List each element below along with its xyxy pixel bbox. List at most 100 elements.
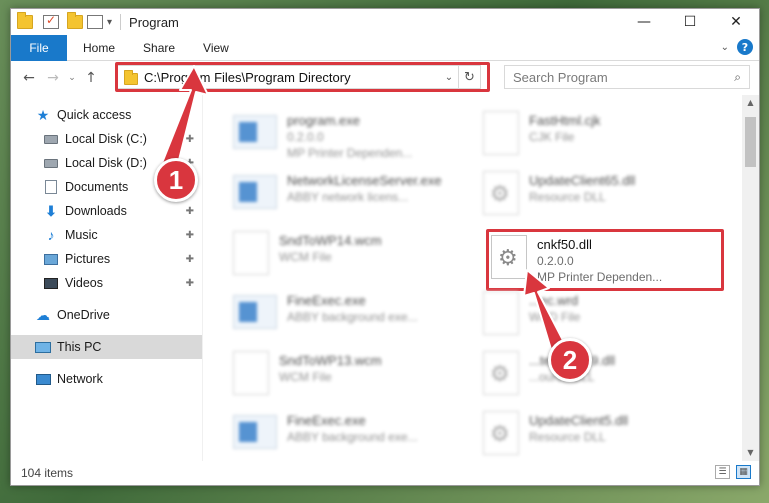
sidebar-item-this-pc[interactable]: This PC	[11, 335, 202, 359]
blank-file-icon	[233, 231, 269, 275]
onedrive-icon: ☁	[36, 306, 50, 323]
file-item[interactable]: ...ec.wrd WRD File	[483, 287, 713, 345]
search-icon: ⌕	[734, 69, 741, 84]
tab-home[interactable]: Home	[67, 41, 129, 55]
sidebar-item-label: Quick access	[57, 108, 132, 122]
documents-icon	[43, 180, 59, 194]
file-item[interactable]: program.exe 0.2.0.0 MP Printer Dependen...	[233, 107, 463, 165]
new-folder-icon[interactable]	[67, 12, 83, 29]
dll-file-icon	[483, 171, 519, 215]
sidebar-item-videos[interactable]: Videos ✚	[11, 271, 202, 295]
minimize-button[interactable]: —	[621, 9, 667, 35]
status-bar: 104 items ☰ ▦	[11, 461, 759, 485]
sidebar-item-label: Network	[57, 372, 103, 386]
file-list: program.exe 0.2.0.0 MP Printer Dependen...…	[203, 95, 759, 461]
this-pc-icon	[35, 340, 51, 354]
exe-file-icon	[233, 115, 277, 149]
sidebar-item-label: Documents	[65, 180, 129, 194]
sidebar-item-onedrive[interactable]: ☁ OneDrive	[11, 303, 202, 327]
title-bar: ▾ Program — ☐ ✕	[11, 9, 759, 35]
up-button[interactable]: ↑	[79, 70, 103, 86]
toolbar-dropdown-icon[interactable]: ▾	[107, 17, 112, 28]
view-toggle: ☰ ▦	[715, 465, 751, 479]
sidebar-item-label: OneDrive	[57, 308, 110, 322]
sidebar-item-local-disk-c[interactable]: Local Disk (C:) ✚	[11, 127, 202, 151]
file-item[interactable]: UpdateClient5.dll Resource DLL	[483, 407, 713, 465]
file-item[interactable]: SndToWP13.wcm WCM File	[233, 347, 463, 405]
file-name: FineExec.exe	[287, 413, 366, 428]
scrollbar-thumb[interactable]	[745, 117, 756, 167]
maximize-button[interactable]: ☐	[667, 9, 713, 35]
dll-file-icon	[483, 351, 519, 395]
sidebar-item-label: Downloads	[65, 204, 127, 218]
music-icon: ♪	[47, 227, 55, 243]
quick-access-toolbar: ▾	[11, 12, 125, 30]
sidebar-item-label: Local Disk (C:)	[65, 132, 147, 146]
exe-file-icon	[233, 415, 277, 449]
vertical-scrollbar[interactable]: ▲ ▼	[742, 95, 759, 461]
file-name: program.exe	[287, 113, 360, 128]
file-item[interactable]: UpdateClient65.dll Resource DLL	[483, 167, 713, 225]
ribbon-right-controls: ⌄ ?	[721, 39, 753, 55]
file-type: Resource DLL	[529, 430, 606, 444]
file-name: UpdateClient5.dll	[529, 413, 629, 428]
search-box[interactable]: Search Program ⌕	[504, 65, 750, 89]
navigation-bar: ← → ⌄ ↑ C:\Program Files\Program Directo…	[11, 61, 759, 95]
pin-icon[interactable]: ✚	[186, 230, 194, 241]
file-name: SndToWP13.wcm	[279, 353, 382, 368]
pin-icon[interactable]: ✚	[186, 206, 194, 217]
details-view-icon[interactable]: ☰	[715, 465, 730, 479]
scroll-down-icon[interactable]: ▼	[742, 445, 759, 461]
blank-file-icon	[233, 351, 269, 395]
sidebar-item-downloads[interactable]: ⬇ Downloads ✚	[11, 199, 202, 223]
tab-share[interactable]: Share	[129, 41, 189, 55]
scroll-up-icon[interactable]: ▲	[742, 95, 759, 111]
file-type: ABBY network licens...	[287, 190, 409, 204]
file-name: FineExec.exe	[287, 293, 366, 308]
forward-button[interactable]: →	[41, 70, 65, 86]
sidebar-item-label: Music	[65, 228, 98, 242]
tab-file[interactable]: File	[11, 34, 67, 61]
help-icon[interactable]: ?	[737, 39, 753, 55]
file-name: NetworkLicenseServer.exe	[287, 173, 442, 188]
file-name: FastHtml.cjk	[529, 113, 601, 128]
tab-view[interactable]: View	[189, 41, 243, 55]
search-input[interactable]: Search Program	[513, 70, 608, 85]
sidebar-item-quick-access[interactable]: ★ Quick access	[11, 103, 202, 127]
ribbon-tabs: File Home Share View ⌄ ?	[11, 34, 759, 61]
sidebar-item-pictures[interactable]: Pictures ✚	[11, 247, 202, 271]
sidebar-item-music[interactable]: ♪ Music ✚	[11, 223, 202, 247]
customize-toolbar-icon[interactable]	[87, 15, 103, 29]
exe-file-icon	[233, 175, 277, 209]
file-name: ...ec.wrd	[529, 293, 579, 308]
recent-locations-button[interactable]: ⌄	[65, 73, 79, 83]
window-title: Program	[129, 14, 179, 30]
properties-check-icon[interactable]	[43, 13, 59, 29]
item-count: 104 items	[21, 466, 74, 480]
sidebar-item-network[interactable]: Network	[11, 367, 202, 391]
file-item[interactable]: FastHtml.cjk CJK File	[483, 107, 713, 165]
pin-icon[interactable]: ✚	[186, 254, 194, 265]
file-item[interactable]: NetworkLicenseServer.exe ABBY network lic…	[233, 167, 463, 225]
close-button[interactable]: ✕	[713, 9, 759, 35]
file-item[interactable]: SndToWP14.wcm WCM File	[233, 227, 463, 285]
file-item[interactable]: ...teClient19.dll...ource DLL	[483, 347, 713, 405]
pin-icon[interactable]: ✚	[186, 278, 194, 289]
file-name: UpdateClient65.dll	[529, 173, 636, 188]
window-controls: — ☐ ✕	[621, 9, 759, 35]
tiles-view-icon[interactable]: ▦	[736, 465, 751, 479]
address-highlight-box	[115, 62, 490, 92]
disk-icon	[43, 156, 59, 170]
blank-file-icon	[483, 111, 519, 155]
pin-icon[interactable]: ✚	[186, 134, 194, 145]
expand-ribbon-icon[interactable]: ⌄	[721, 42, 729, 53]
file-item[interactable]: FineExec.exe ABBY background exe...	[233, 407, 463, 465]
file-item[interactable]: FineExec.exe ABBY background exe...	[233, 287, 463, 345]
toolbar-divider	[120, 14, 122, 30]
file-version: 0.2.0.0	[287, 130, 324, 144]
file-type: WCM File	[279, 370, 332, 384]
back-button[interactable]: ←	[17, 70, 41, 86]
